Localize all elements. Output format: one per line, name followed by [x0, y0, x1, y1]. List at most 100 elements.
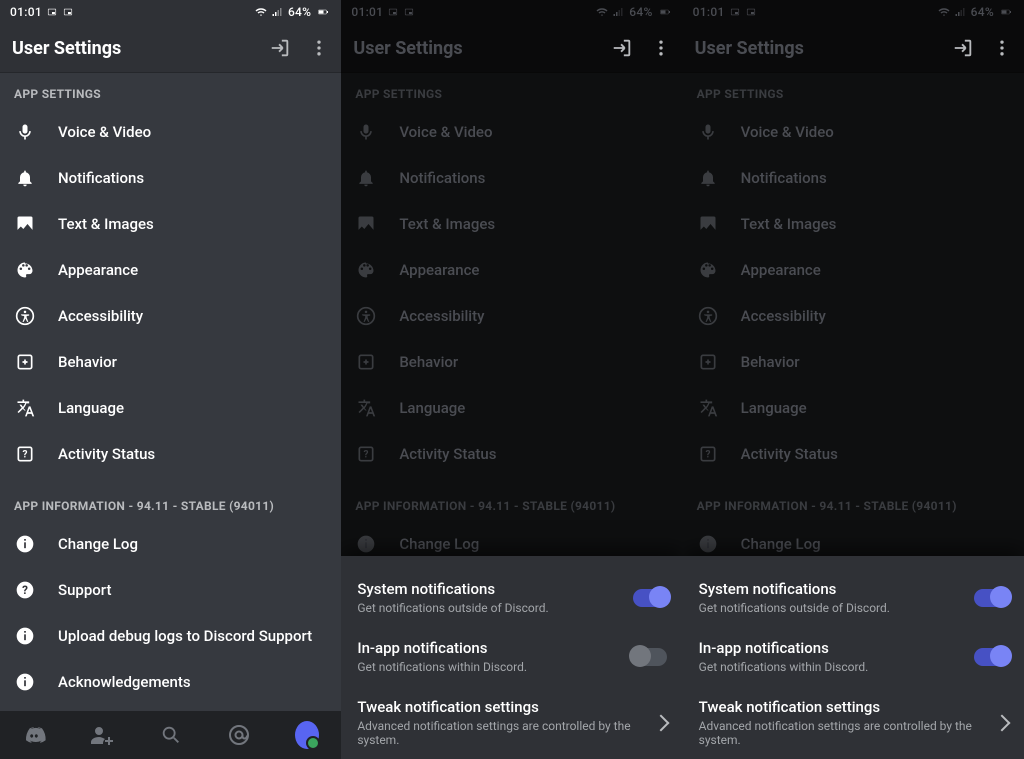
row-label: Notifications	[58, 169, 144, 187]
row-label: Appearance	[741, 261, 821, 279]
settings-list[interactable]: APP SETTINGS Voice & Video Notifications…	[0, 73, 341, 711]
nav-friends-icon[interactable]	[90, 723, 114, 747]
behavior-row[interactable]: Behavior	[0, 339, 341, 385]
page-title: User Settings	[353, 38, 462, 59]
upload-debug-row[interactable]: Upload debug logs to Discord Support	[0, 613, 341, 659]
status-bar: 01:01 64%	[341, 0, 682, 24]
info-icon	[14, 625, 36, 647]
in-app-notifications-sub: Get notifications within Discord.	[357, 660, 527, 674]
row-label: Upload debug logs to Discord Support	[58, 627, 312, 645]
nav-profile-avatar[interactable]	[295, 723, 319, 747]
language-row[interactable]: Language	[0, 385, 341, 431]
row-label: Accessibility	[741, 307, 826, 325]
row-label: Language	[741, 399, 807, 417]
battery-icon	[315, 6, 331, 18]
system-notifications-row[interactable]: System notifications Get notifications o…	[699, 570, 1008, 629]
language-row[interactable]: Language	[341, 385, 682, 431]
row-label: Change Log	[741, 535, 821, 553]
status-time: 01:01	[351, 5, 383, 19]
overflow-menu-icon[interactable]	[651, 38, 671, 58]
row-label: Activity Status	[58, 445, 155, 463]
activity-status-row[interactable]: Activity Status	[0, 431, 341, 477]
system-notifications-sub: Get notifications outside of Discord.	[357, 601, 548, 615]
system-notifications-title: System notifications	[699, 580, 890, 598]
support-row[interactable]: Support	[0, 567, 341, 613]
row-label: Behavior	[58, 353, 117, 371]
row-label: Activity Status	[741, 445, 838, 463]
row-label: Notifications	[399, 169, 485, 187]
voice-video-row[interactable]: Voice & Video	[341, 109, 682, 155]
in-app-notifications-sub: Get notifications within Discord.	[699, 660, 869, 674]
change-log-row[interactable]: Change Log	[0, 521, 341, 567]
row-label: Voice & Video	[741, 123, 834, 141]
appearance-row[interactable]: Appearance	[341, 247, 682, 293]
mic-icon	[355, 121, 377, 143]
language-row[interactable]: Language	[683, 385, 1024, 431]
palette-icon	[14, 259, 36, 281]
voice-video-row[interactable]: Voice & Video	[0, 109, 341, 155]
notifications-row[interactable]: Notifications	[341, 155, 682, 201]
section-app-info: APP INFORMATION - 94.11 - STABLE (94011)	[683, 477, 1024, 521]
row-label: Behavior	[741, 353, 800, 371]
in-app-notifications-row[interactable]: In-app notifications Get notifications w…	[357, 629, 666, 688]
row-label: Accessibility	[58, 307, 143, 325]
activity-status-row[interactable]: Activity Status	[683, 431, 1024, 477]
section-app-info: APP INFORMATION - 94.11 - STABLE (94011)	[341, 477, 682, 521]
row-label: Voice & Video	[399, 123, 492, 141]
logout-icon[interactable]	[611, 37, 633, 59]
tweak-notifications-row[interactable]: Tweak notification settings Advanced not…	[699, 688, 1008, 755]
bell-icon	[355, 167, 377, 189]
logout-icon[interactable]	[269, 37, 291, 59]
header: User Settings	[0, 24, 341, 73]
accessibility-row[interactable]: Accessibility	[683, 293, 1024, 339]
activity-status-row[interactable]: Activity Status	[341, 431, 682, 477]
text-images-row[interactable]: Text & Images	[341, 201, 682, 247]
lang-icon	[355, 397, 377, 419]
logout-icon[interactable]	[952, 37, 974, 59]
appearance-row[interactable]: Appearance	[683, 247, 1024, 293]
row-label: Text & Images	[741, 215, 837, 233]
voice-video-row[interactable]: Voice & Video	[683, 109, 1024, 155]
nav-mentions-icon[interactable]	[227, 723, 251, 747]
tweak-notifications-title: Tweak notification settings	[357, 698, 654, 716]
chevron-right-icon	[652, 714, 669, 731]
overflow-menu-icon[interactable]	[992, 38, 1012, 58]
nav-search-icon[interactable]	[159, 723, 183, 747]
lang-icon	[14, 397, 36, 419]
behavior-icon	[697, 351, 719, 373]
in-app-notifications-toggle[interactable]	[633, 648, 667, 666]
accessibility-row[interactable]: Accessibility	[341, 293, 682, 339]
in-app-notifications-row[interactable]: In-app notifications Get notifications w…	[699, 629, 1008, 688]
notifications-row[interactable]: Notifications	[683, 155, 1024, 201]
row-label: Change Log	[399, 535, 479, 553]
tweak-notifications-row[interactable]: Tweak notification settings Advanced not…	[357, 688, 666, 755]
row-label: Text & Images	[58, 215, 154, 233]
nav-discord-icon[interactable]	[22, 723, 46, 747]
text-images-row[interactable]: Text & Images	[683, 201, 1024, 247]
appearance-row[interactable]: Appearance	[0, 247, 341, 293]
behavior-row[interactable]: Behavior	[683, 339, 1024, 385]
info-icon	[355, 533, 377, 555]
row-label: Voice & Video	[58, 123, 151, 141]
status-battery: 64%	[971, 5, 994, 19]
system-notifications-row[interactable]: System notifications Get notifications o…	[357, 570, 666, 629]
behavior-icon	[14, 351, 36, 373]
row-label: Language	[399, 399, 465, 417]
acknowledgements-row[interactable]: Acknowledgements	[0, 659, 341, 705]
in-app-notifications-toggle[interactable]	[974, 648, 1008, 666]
mic-icon	[14, 121, 36, 143]
notifications-row[interactable]: Notifications	[0, 155, 341, 201]
behavior-row[interactable]: Behavior	[341, 339, 682, 385]
lang-icon	[697, 397, 719, 419]
accessibility-row[interactable]: Accessibility	[0, 293, 341, 339]
overflow-menu-icon[interactable]	[309, 38, 329, 58]
behavior-icon	[355, 351, 377, 373]
bottom-nav	[0, 711, 341, 759]
system-notifications-toggle[interactable]	[633, 589, 667, 607]
palette-icon	[697, 259, 719, 281]
row-label: Language	[58, 399, 124, 417]
row-label: Appearance	[58, 261, 138, 279]
header: User Settings	[683, 24, 1024, 73]
system-notifications-toggle[interactable]	[974, 589, 1008, 607]
text-images-row[interactable]: Text & Images	[0, 201, 341, 247]
